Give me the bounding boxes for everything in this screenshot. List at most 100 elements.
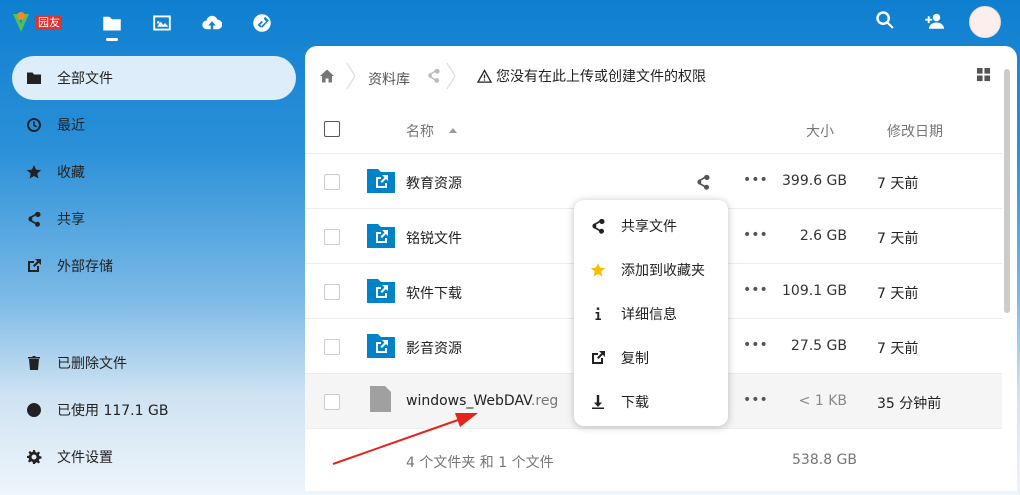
sidebar-item-deleted-files[interactable]: 已删除文件 xyxy=(12,341,296,385)
file-extension: .reg xyxy=(530,393,559,409)
top-header: 园友 xyxy=(0,0,1020,46)
sidebar-item-shares[interactable]: 共享 xyxy=(12,197,296,241)
home-icon[interactable] xyxy=(319,68,335,84)
sidebar-item-label: 已删除文件 xyxy=(57,356,127,372)
breadcrumb: 资料库 您没有在此上传或创建文件的权限 xyxy=(305,46,1017,104)
star-icon xyxy=(574,262,622,278)
sidebar-item-label: 最近 xyxy=(57,118,85,134)
link-app-icon[interactable] xyxy=(251,12,273,34)
breadcrumb-folder[interactable]: 资料库 xyxy=(368,69,410,89)
file-modified: 7 天前 xyxy=(877,341,919,357)
sidebar-item-external-storage[interactable]: 外部存储 xyxy=(12,244,296,288)
contacts-icon[interactable] xyxy=(924,10,944,34)
external-link-icon xyxy=(574,350,622,366)
external-folder-icon xyxy=(367,169,395,193)
clock-icon xyxy=(12,117,56,133)
star-icon xyxy=(12,164,56,180)
search-icon[interactable] xyxy=(875,10,895,34)
sidebar-item-label: 共享 xyxy=(57,212,85,228)
file-actions-menu: 共享文件 添加到收藏夹 详细信息 复制 下载 xyxy=(574,200,728,426)
share-icon[interactable] xyxy=(695,174,711,190)
share-icon[interactable] xyxy=(426,68,442,84)
sidebar-item-favorites[interactable]: 收藏 xyxy=(12,150,296,194)
scrollbar[interactable] xyxy=(1004,69,1010,313)
file-size: 2.6 GB xyxy=(799,228,847,244)
trash-icon xyxy=(12,355,56,371)
menu-item-share[interactable]: 共享文件 xyxy=(574,204,728,248)
row-checkbox[interactable] xyxy=(324,174,340,190)
files-app-icon[interactable] xyxy=(101,12,123,34)
file-name[interactable]: 铭锐文件 xyxy=(406,228,462,248)
menu-item-details[interactable]: 详细信息 xyxy=(574,292,728,336)
external-folder-icon xyxy=(367,334,395,358)
sidebar-item-settings[interactable]: 文件设置 xyxy=(12,435,296,479)
menu-item-favorite[interactable]: 添加到收藏夹 xyxy=(574,248,728,292)
sidebar-item-label: 收藏 xyxy=(57,165,85,181)
file-modified: 7 天前 xyxy=(877,231,919,247)
table-summary: 4 个文件夹 和 1 个文件 538.8 GB xyxy=(305,439,1002,479)
file-name[interactable]: 软件下载 xyxy=(406,283,462,303)
warning-icon xyxy=(477,68,492,83)
avatar[interactable] xyxy=(969,6,1001,38)
menu-item-label: 下载 xyxy=(621,395,649,411)
photos-app-icon[interactable] xyxy=(151,12,173,34)
menu-item-copy[interactable]: 复制 xyxy=(574,336,728,380)
column-header-size[interactable]: 大小 xyxy=(806,121,834,141)
breadcrumb-separator-icon xyxy=(446,62,456,90)
pie-chart-icon xyxy=(12,402,56,418)
row-checkbox[interactable] xyxy=(324,229,340,245)
row-checkbox[interactable] xyxy=(324,394,340,410)
menu-item-label: 添加到收藏夹 xyxy=(621,263,705,279)
file-size: 27.5 GB xyxy=(790,338,847,354)
menu-item-label: 共享文件 xyxy=(621,219,677,235)
row-checkbox[interactable] xyxy=(324,339,340,355)
info-icon xyxy=(574,306,622,322)
permission-warning-text: 您没有在此上传或创建文件的权限 xyxy=(496,69,706,85)
logo-text: 园友 xyxy=(36,16,62,30)
column-header-modified[interactable]: 修改日期 xyxy=(887,121,943,141)
permission-warning: 您没有在此上传或创建文件的权限 xyxy=(477,66,706,86)
gear-icon xyxy=(12,449,56,465)
sidebar: 全部文件 最近 收藏 共享 外部存储 已删除文件 已使用 117.1 GB 文件… xyxy=(0,46,305,495)
file-basename: windows_WebDAV xyxy=(406,393,531,409)
external-folder-icon xyxy=(367,224,395,248)
logo-mark-icon xyxy=(10,12,32,34)
share-icon xyxy=(574,218,622,234)
download-icon xyxy=(574,394,622,410)
table-header: 名称 大小 修改日期 xyxy=(305,104,1002,154)
logo[interactable]: 园友 xyxy=(10,10,74,36)
menu-item-label: 复制 xyxy=(621,351,649,367)
external-link-icon xyxy=(12,258,56,274)
file-name[interactable]: 影音资源 xyxy=(406,338,462,358)
quota-label: 已使用 117.1 GB xyxy=(57,403,169,419)
file-name[interactable]: 教育资源 xyxy=(406,173,462,193)
file-size: 109.1 GB xyxy=(782,283,847,299)
share-icon xyxy=(12,211,56,227)
active-app-indicator xyxy=(106,38,118,41)
cloud-upload-app-icon[interactable] xyxy=(201,12,223,34)
sidebar-item-quota[interactable]: 已使用 117.1 GB xyxy=(12,388,296,432)
summary-count: 4 个文件夹 和 1 个文件 xyxy=(406,455,554,471)
sidebar-item-recent[interactable]: 最近 xyxy=(12,103,296,147)
file-size: 399.6 GB xyxy=(782,173,847,189)
row-checkbox[interactable] xyxy=(324,284,340,300)
sidebar-item-label: 文件设置 xyxy=(57,450,113,466)
file-icon xyxy=(370,386,391,412)
sidebar-item-all-files[interactable]: 全部文件 xyxy=(12,56,296,100)
folder-icon xyxy=(12,70,56,86)
summary-size: 538.8 GB xyxy=(792,452,857,468)
menu-item-download[interactable]: 下载 xyxy=(574,380,728,424)
grid-view-icon[interactable] xyxy=(976,67,992,83)
select-all-checkbox[interactable] xyxy=(324,121,340,137)
column-header-name[interactable]: 名称 xyxy=(406,121,434,141)
external-folder-icon xyxy=(367,279,395,303)
file-modified: 7 天前 xyxy=(877,176,919,192)
file-size: < 1 KB xyxy=(798,393,847,409)
file-modified: 35 分钟前 xyxy=(877,396,942,412)
sort-ascending-icon xyxy=(449,128,457,133)
sidebar-item-label: 全部文件 xyxy=(57,71,113,87)
file-name[interactable]: windows_WebDAV.reg xyxy=(406,393,558,409)
file-modified: 7 天前 xyxy=(877,286,919,302)
sidebar-item-label: 外部存储 xyxy=(57,259,113,275)
breadcrumb-separator-icon xyxy=(346,62,356,90)
